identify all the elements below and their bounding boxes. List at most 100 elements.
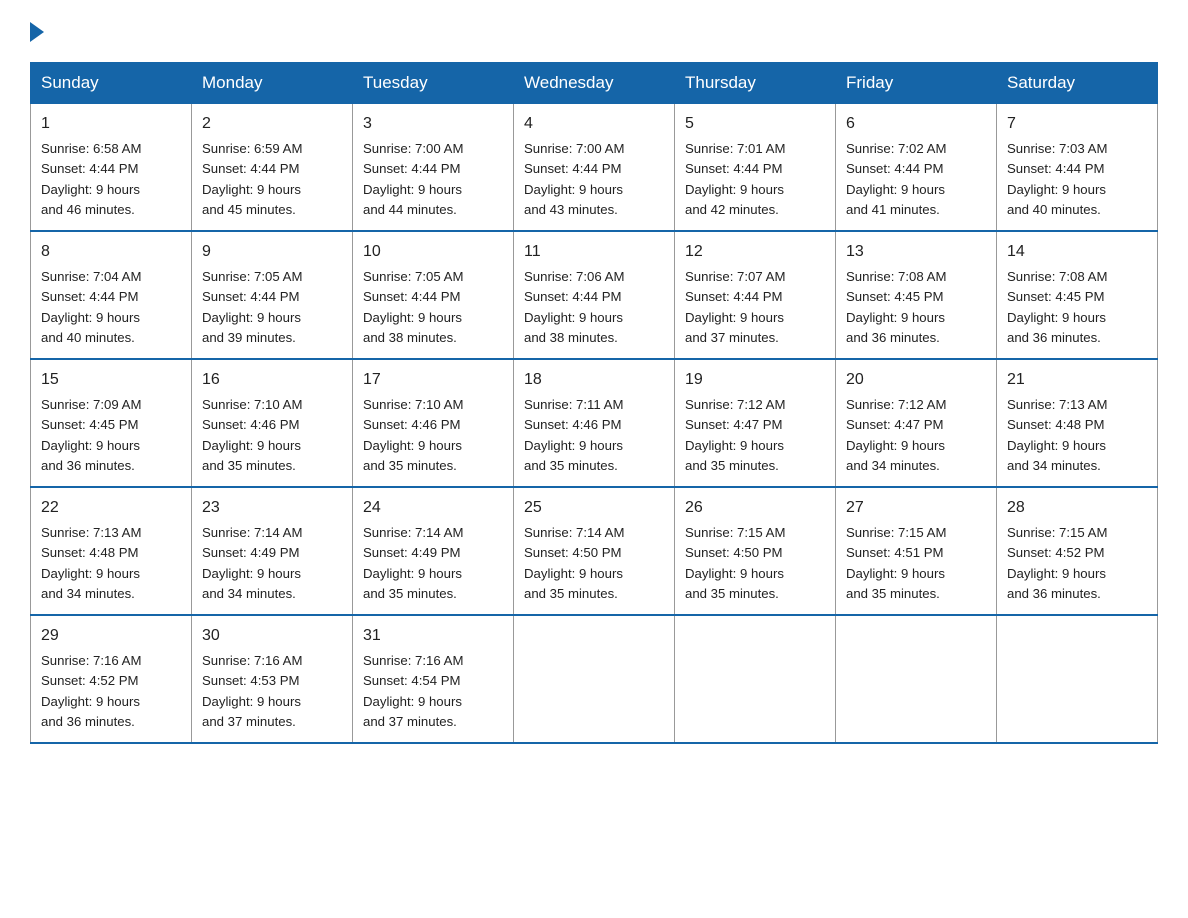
calendar-cell: 22 Sunrise: 7:13 AMSunset: 4:48 PMDaylig… bbox=[31, 487, 192, 615]
day-details: Sunrise: 7:14 AMSunset: 4:49 PMDaylight:… bbox=[363, 525, 463, 601]
day-details: Sunrise: 7:08 AMSunset: 4:45 PMDaylight:… bbox=[846, 269, 946, 345]
day-header-tuesday: Tuesday bbox=[353, 63, 514, 104]
day-details: Sunrise: 7:15 AMSunset: 4:52 PMDaylight:… bbox=[1007, 525, 1107, 601]
day-details: Sunrise: 7:05 AMSunset: 4:44 PMDaylight:… bbox=[202, 269, 302, 345]
calendar-cell: 3 Sunrise: 7:00 AMSunset: 4:44 PMDayligh… bbox=[353, 104, 514, 232]
calendar-cell: 17 Sunrise: 7:10 AMSunset: 4:46 PMDaylig… bbox=[353, 359, 514, 487]
day-number: 28 bbox=[1007, 496, 1147, 520]
day-details: Sunrise: 7:12 AMSunset: 4:47 PMDaylight:… bbox=[685, 397, 785, 473]
day-details: Sunrise: 7:09 AMSunset: 4:45 PMDaylight:… bbox=[41, 397, 141, 473]
calendar-week-row: 15 Sunrise: 7:09 AMSunset: 4:45 PMDaylig… bbox=[31, 359, 1158, 487]
day-number: 19 bbox=[685, 368, 825, 392]
day-details: Sunrise: 7:13 AMSunset: 4:48 PMDaylight:… bbox=[1007, 397, 1107, 473]
day-details: Sunrise: 7:16 AMSunset: 4:53 PMDaylight:… bbox=[202, 653, 302, 729]
day-number: 10 bbox=[363, 240, 503, 264]
calendar-cell: 16 Sunrise: 7:10 AMSunset: 4:46 PMDaylig… bbox=[192, 359, 353, 487]
day-details: Sunrise: 7:08 AMSunset: 4:45 PMDaylight:… bbox=[1007, 269, 1107, 345]
day-details: Sunrise: 7:14 AMSunset: 4:50 PMDaylight:… bbox=[524, 525, 624, 601]
calendar-cell bbox=[997, 615, 1158, 743]
day-number: 7 bbox=[1007, 112, 1147, 136]
day-number: 27 bbox=[846, 496, 986, 520]
day-details: Sunrise: 7:07 AMSunset: 4:44 PMDaylight:… bbox=[685, 269, 785, 345]
day-number: 11 bbox=[524, 240, 664, 264]
day-number: 4 bbox=[524, 112, 664, 136]
calendar-cell: 4 Sunrise: 7:00 AMSunset: 4:44 PMDayligh… bbox=[514, 104, 675, 232]
day-number: 17 bbox=[363, 368, 503, 392]
calendar-cell: 13 Sunrise: 7:08 AMSunset: 4:45 PMDaylig… bbox=[836, 231, 997, 359]
calendar-cell: 26 Sunrise: 7:15 AMSunset: 4:50 PMDaylig… bbox=[675, 487, 836, 615]
day-details: Sunrise: 7:03 AMSunset: 4:44 PMDaylight:… bbox=[1007, 141, 1107, 217]
day-details: Sunrise: 7:16 AMSunset: 4:52 PMDaylight:… bbox=[41, 653, 141, 729]
day-details: Sunrise: 7:15 AMSunset: 4:51 PMDaylight:… bbox=[846, 525, 946, 601]
calendar-cell: 10 Sunrise: 7:05 AMSunset: 4:44 PMDaylig… bbox=[353, 231, 514, 359]
day-details: Sunrise: 7:00 AMSunset: 4:44 PMDaylight:… bbox=[363, 141, 463, 217]
calendar-cell: 14 Sunrise: 7:08 AMSunset: 4:45 PMDaylig… bbox=[997, 231, 1158, 359]
day-details: Sunrise: 7:16 AMSunset: 4:54 PMDaylight:… bbox=[363, 653, 463, 729]
day-details: Sunrise: 7:05 AMSunset: 4:44 PMDaylight:… bbox=[363, 269, 463, 345]
day-header-thursday: Thursday bbox=[675, 63, 836, 104]
day-details: Sunrise: 7:13 AMSunset: 4:48 PMDaylight:… bbox=[41, 525, 141, 601]
day-header-saturday: Saturday bbox=[997, 63, 1158, 104]
calendar-week-row: 1 Sunrise: 6:58 AMSunset: 4:44 PMDayligh… bbox=[31, 104, 1158, 232]
page-header bbox=[30, 20, 1158, 42]
day-details: Sunrise: 6:58 AMSunset: 4:44 PMDaylight:… bbox=[41, 141, 141, 217]
calendar-header-row: SundayMondayTuesdayWednesdayThursdayFrid… bbox=[31, 63, 1158, 104]
calendar-cell: 8 Sunrise: 7:04 AMSunset: 4:44 PMDayligh… bbox=[31, 231, 192, 359]
calendar-cell: 7 Sunrise: 7:03 AMSunset: 4:44 PMDayligh… bbox=[997, 104, 1158, 232]
calendar-table: SundayMondayTuesdayWednesdayThursdayFrid… bbox=[30, 62, 1158, 744]
day-number: 23 bbox=[202, 496, 342, 520]
day-number: 12 bbox=[685, 240, 825, 264]
day-number: 1 bbox=[41, 112, 181, 136]
calendar-cell: 21 Sunrise: 7:13 AMSunset: 4:48 PMDaylig… bbox=[997, 359, 1158, 487]
day-details: Sunrise: 7:06 AMSunset: 4:44 PMDaylight:… bbox=[524, 269, 624, 345]
day-number: 15 bbox=[41, 368, 181, 392]
calendar-cell: 31 Sunrise: 7:16 AMSunset: 4:54 PMDaylig… bbox=[353, 615, 514, 743]
calendar-week-row: 22 Sunrise: 7:13 AMSunset: 4:48 PMDaylig… bbox=[31, 487, 1158, 615]
day-number: 16 bbox=[202, 368, 342, 392]
logo bbox=[30, 20, 46, 42]
day-header-sunday: Sunday bbox=[31, 63, 192, 104]
day-number: 9 bbox=[202, 240, 342, 264]
calendar-cell: 19 Sunrise: 7:12 AMSunset: 4:47 PMDaylig… bbox=[675, 359, 836, 487]
logo-arrow-icon bbox=[30, 22, 44, 42]
calendar-week-row: 8 Sunrise: 7:04 AMSunset: 4:44 PMDayligh… bbox=[31, 231, 1158, 359]
day-number: 13 bbox=[846, 240, 986, 264]
day-number: 31 bbox=[363, 624, 503, 648]
calendar-week-row: 29 Sunrise: 7:16 AMSunset: 4:52 PMDaylig… bbox=[31, 615, 1158, 743]
day-number: 26 bbox=[685, 496, 825, 520]
calendar-cell bbox=[836, 615, 997, 743]
day-header-friday: Friday bbox=[836, 63, 997, 104]
calendar-cell: 23 Sunrise: 7:14 AMSunset: 4:49 PMDaylig… bbox=[192, 487, 353, 615]
calendar-cell: 29 Sunrise: 7:16 AMSunset: 4:52 PMDaylig… bbox=[31, 615, 192, 743]
day-number: 30 bbox=[202, 624, 342, 648]
calendar-cell: 11 Sunrise: 7:06 AMSunset: 4:44 PMDaylig… bbox=[514, 231, 675, 359]
calendar-cell: 12 Sunrise: 7:07 AMSunset: 4:44 PMDaylig… bbox=[675, 231, 836, 359]
day-number: 25 bbox=[524, 496, 664, 520]
day-number: 6 bbox=[846, 112, 986, 136]
calendar-cell: 30 Sunrise: 7:16 AMSunset: 4:53 PMDaylig… bbox=[192, 615, 353, 743]
day-details: Sunrise: 7:00 AMSunset: 4:44 PMDaylight:… bbox=[524, 141, 624, 217]
day-details: Sunrise: 7:12 AMSunset: 4:47 PMDaylight:… bbox=[846, 397, 946, 473]
calendar-cell: 9 Sunrise: 7:05 AMSunset: 4:44 PMDayligh… bbox=[192, 231, 353, 359]
calendar-cell: 5 Sunrise: 7:01 AMSunset: 4:44 PMDayligh… bbox=[675, 104, 836, 232]
day-header-monday: Monday bbox=[192, 63, 353, 104]
calendar-cell: 25 Sunrise: 7:14 AMSunset: 4:50 PMDaylig… bbox=[514, 487, 675, 615]
day-details: Sunrise: 7:15 AMSunset: 4:50 PMDaylight:… bbox=[685, 525, 785, 601]
calendar-cell bbox=[675, 615, 836, 743]
day-details: Sunrise: 7:11 AMSunset: 4:46 PMDaylight:… bbox=[524, 397, 623, 473]
day-details: Sunrise: 7:01 AMSunset: 4:44 PMDaylight:… bbox=[685, 141, 785, 217]
day-details: Sunrise: 7:10 AMSunset: 4:46 PMDaylight:… bbox=[202, 397, 302, 473]
calendar-cell: 28 Sunrise: 7:15 AMSunset: 4:52 PMDaylig… bbox=[997, 487, 1158, 615]
calendar-cell: 6 Sunrise: 7:02 AMSunset: 4:44 PMDayligh… bbox=[836, 104, 997, 232]
day-number: 3 bbox=[363, 112, 503, 136]
day-header-wednesday: Wednesday bbox=[514, 63, 675, 104]
day-number: 22 bbox=[41, 496, 181, 520]
day-details: Sunrise: 7:04 AMSunset: 4:44 PMDaylight:… bbox=[41, 269, 141, 345]
calendar-cell bbox=[514, 615, 675, 743]
day-details: Sunrise: 7:14 AMSunset: 4:49 PMDaylight:… bbox=[202, 525, 302, 601]
calendar-cell: 2 Sunrise: 6:59 AMSunset: 4:44 PMDayligh… bbox=[192, 104, 353, 232]
calendar-cell: 1 Sunrise: 6:58 AMSunset: 4:44 PMDayligh… bbox=[31, 104, 192, 232]
calendar-cell: 27 Sunrise: 7:15 AMSunset: 4:51 PMDaylig… bbox=[836, 487, 997, 615]
day-number: 24 bbox=[363, 496, 503, 520]
calendar-cell: 24 Sunrise: 7:14 AMSunset: 4:49 PMDaylig… bbox=[353, 487, 514, 615]
